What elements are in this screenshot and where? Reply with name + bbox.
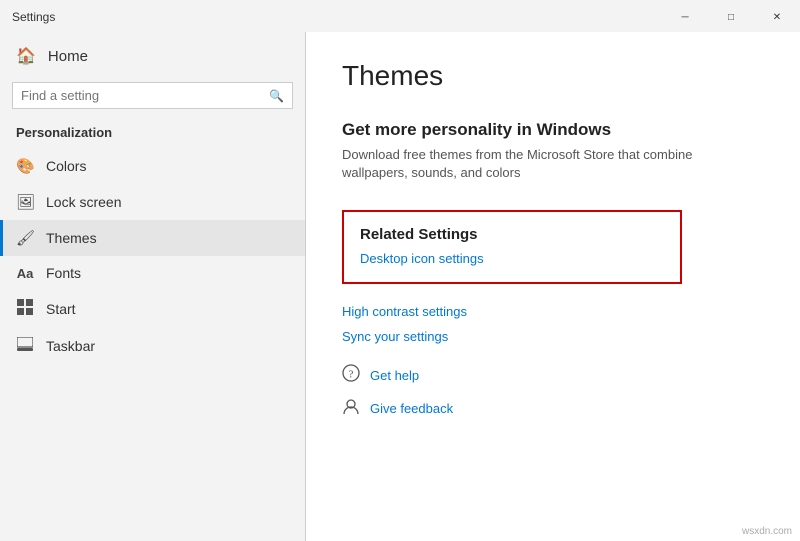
personality-desc: Download free themes from the Microsoft …	[342, 146, 722, 182]
sidebar-item-colors[interactable]: 🎨 Colors	[0, 148, 305, 184]
related-settings-box: Related Settings Desktop icon settings	[342, 210, 682, 284]
sidebar-item-start-label: Start	[46, 301, 76, 317]
sidebar-item-home[interactable]: 🏠 Home	[0, 36, 305, 76]
svg-text:?: ?	[349, 369, 354, 381]
sync-settings-link[interactable]: Sync your settings	[342, 329, 764, 344]
taskbar-icon	[16, 337, 34, 355]
search-box: 🔍	[12, 82, 293, 109]
page-title: Themes	[342, 60, 764, 92]
close-button[interactable]: ✕	[754, 1, 800, 33]
help-section: ? Get help Give feedback	[342, 364, 764, 420]
sidebar-item-lock-screen-label: Lock screen	[46, 194, 121, 210]
sidebar-item-lock-screen[interactable]: 🖼 Lock screen	[0, 184, 305, 220]
minimize-button[interactable]: ─	[662, 1, 708, 33]
themes-icon: 🖌	[16, 229, 34, 247]
fonts-icon: Aa	[16, 266, 34, 281]
sidebar-item-fonts[interactable]: Aa Fonts	[0, 256, 305, 290]
search-input[interactable]	[21, 88, 263, 103]
related-settings-title: Related Settings	[360, 226, 664, 243]
high-contrast-link[interactable]: High contrast settings	[342, 304, 764, 319]
get-help-item[interactable]: ? Get help	[342, 364, 764, 387]
desktop-icon-settings-link[interactable]: Desktop icon settings	[360, 251, 664, 266]
get-help-label: Get help	[370, 368, 419, 383]
window-controls: ─ □ ✕	[662, 1, 800, 33]
give-feedback-icon	[342, 397, 360, 420]
sidebar-item-fonts-label: Fonts	[46, 265, 81, 281]
give-feedback-label: Give feedback	[370, 401, 453, 416]
app-title: Settings	[12, 10, 55, 24]
sidebar-item-colors-label: Colors	[46, 158, 86, 174]
sidebar-section-label: Personalization	[0, 121, 305, 148]
lock-screen-icon: 🖼	[16, 193, 34, 211]
sidebar-item-themes[interactable]: 🖌 Themes	[0, 220, 305, 256]
app-body: 🏠 Home 🔍 Personalization 🎨 Colors 🖼 Lock…	[0, 32, 800, 541]
colors-icon: 🎨	[16, 157, 34, 175]
home-label: Home	[48, 48, 88, 65]
sidebar-item-taskbar-label: Taskbar	[46, 338, 95, 354]
start-icon	[16, 299, 34, 319]
search-icon: 🔍	[269, 89, 284, 103]
watermark: wsxdn.com	[742, 526, 792, 537]
home-icon: 🏠	[16, 46, 36, 66]
sidebar-item-taskbar[interactable]: Taskbar	[0, 328, 305, 364]
standalone-links: High contrast settings Sync your setting…	[342, 304, 764, 344]
sidebar-item-themes-label: Themes	[46, 230, 97, 246]
personality-heading: Get more personality in Windows	[342, 120, 764, 140]
give-feedback-item[interactable]: Give feedback	[342, 397, 764, 420]
get-help-icon: ?	[342, 364, 360, 387]
main-panel: Themes Get more personality in Windows D…	[306, 32, 800, 541]
maximize-button[interactable]: □	[708, 1, 754, 33]
sidebar-item-start[interactable]: Start	[0, 290, 305, 328]
sidebar: 🏠 Home 🔍 Personalization 🎨 Colors 🖼 Lock…	[0, 32, 305, 541]
titlebar: Settings ─ □ ✕	[0, 0, 800, 32]
